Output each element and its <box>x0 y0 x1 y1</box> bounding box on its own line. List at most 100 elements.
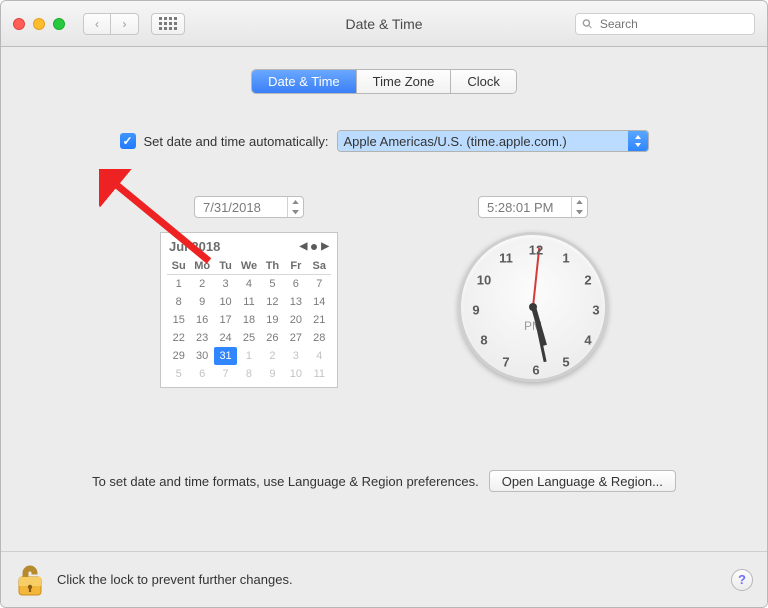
date-value: 7/31/2018 <box>203 200 287 215</box>
calendar-day-cell[interactable]: 5 <box>261 275 284 293</box>
calendar-day-cell[interactable]: 26 <box>261 329 284 347</box>
calendar-day-cell[interactable]: 11 <box>308 365 331 383</box>
calendar-prev-button[interactable]: ◀ <box>300 241 308 252</box>
calendar-day-cell[interactable]: 3 <box>284 347 307 365</box>
calendar-day-cell[interactable]: 5 <box>167 365 190 383</box>
calendar-day-cell[interactable]: 15 <box>167 311 190 329</box>
calendar-day-cell[interactable]: 30 <box>190 347 213 365</box>
calendar-next-button[interactable]: ▶ <box>321 241 329 252</box>
auto-datetime-row: ✓ Set date and time automatically: Apple… <box>1 130 767 152</box>
clock-number: 6 <box>526 363 546 378</box>
calendar-day-cell[interactable]: 4 <box>308 347 331 365</box>
tab-date-time[interactable]: Date & Time <box>252 70 357 93</box>
calendar-day-cell[interactable]: 6 <box>284 275 307 293</box>
time-stepper[interactable] <box>571 197 587 217</box>
calendar-day-cell[interactable]: 8 <box>167 293 190 311</box>
formats-row: To set date and time formats, use Langua… <box>1 470 767 492</box>
stepper-up-icon <box>288 197 303 207</box>
analog-clock: PM 121234567891011 <box>458 232 608 382</box>
calendar-day-cell[interactable]: 18 <box>237 311 260 329</box>
back-button[interactable]: ‹ <box>83 13 111 35</box>
stepper-down-icon <box>572 207 587 217</box>
time-value: 5:28:01 PM <box>487 200 571 215</box>
tab-bar: Date & Time Time Zone Clock <box>1 69 767 94</box>
calendar-day-cell[interactable]: 9 <box>190 293 213 311</box>
calendar-day-cell[interactable]: 6 <box>190 365 213 383</box>
calendar-day-cell[interactable]: 13 <box>284 293 307 311</box>
minimize-window-button[interactable] <box>33 18 45 30</box>
calendar-day-cell[interactable]: 21 <box>308 311 331 329</box>
calendar-day-cell[interactable]: 10 <box>214 293 237 311</box>
lock-text: Click the lock to prevent further change… <box>57 572 293 587</box>
calendar-day-cell[interactable]: 17 <box>214 311 237 329</box>
calendar-day-cell[interactable]: 7 <box>214 365 237 383</box>
close-window-button[interactable] <box>13 18 25 30</box>
calendar-day-cell[interactable]: 24 <box>214 329 237 347</box>
calendar-day-cell[interactable]: 8 <box>237 365 260 383</box>
calendar-day-cell[interactable]: 9 <box>261 365 284 383</box>
formats-text: To set date and time formats, use Langua… <box>92 474 479 489</box>
calendar-day-cell[interactable]: 20 <box>284 311 307 329</box>
clock-number: 2 <box>578 273 598 288</box>
calendar-day-cell[interactable]: 7 <box>308 275 331 293</box>
time-field[interactable]: 5:28:01 PM <box>478 196 588 218</box>
show-all-button[interactable] <box>151 13 185 35</box>
calendar-day-cell[interactable]: 23 <box>190 329 213 347</box>
auto-datetime-label: Set date and time automatically: <box>144 134 329 149</box>
calendar-day-cell[interactable]: 2 <box>261 347 284 365</box>
calendar-day-cell[interactable]: 19 <box>261 311 284 329</box>
calendar-day-cell[interactable]: 28 <box>308 329 331 347</box>
tab-clock[interactable]: Clock <box>451 70 516 93</box>
calendar-day-header: Mo <box>190 258 213 275</box>
calendar-nav: ◀ ▶ <box>300 241 329 252</box>
clock-number: 9 <box>466 303 486 318</box>
calendar-day-cell[interactable]: 1 <box>167 275 190 293</box>
combo-arrows-icon <box>628 131 648 151</box>
calendar-day-cell[interactable]: 2 <box>190 275 213 293</box>
clock-number: 11 <box>496 251 516 266</box>
clock-number: 5 <box>556 354 576 369</box>
calendar-day-cell[interactable]: 11 <box>237 293 260 311</box>
calendar[interactable]: Jul 2018 ◀ ▶ SuMoTuWeThFrSa1234567891011… <box>160 232 338 388</box>
lock-button[interactable] <box>15 563 45 597</box>
calendar-day-cell[interactable]: 31 <box>214 347 237 365</box>
footer: Click the lock to prevent further change… <box>1 551 767 607</box>
date-stepper[interactable] <box>287 197 303 217</box>
preferences-window: ‹ › Date & Time Date & Time Time Zone <box>0 0 768 608</box>
time-column: 5:28:01 PM PM 121234567891011 <box>458 196 608 388</box>
forward-button[interactable]: › <box>111 13 139 35</box>
calendar-day-header: Su <box>167 258 190 275</box>
calendar-day-cell[interactable]: 22 <box>167 329 190 347</box>
auto-datetime-checkbox[interactable]: ✓ <box>120 133 136 149</box>
calendar-day-cell[interactable]: 12 <box>261 293 284 311</box>
calendar-day-cell[interactable]: 3 <box>214 275 237 293</box>
clock-number: 7 <box>496 354 516 369</box>
search-field[interactable] <box>575 13 755 35</box>
calendar-day-header: Tu <box>214 258 237 275</box>
open-language-region-button[interactable]: Open Language & Region... <box>489 470 676 492</box>
clock-number: 3 <box>586 303 606 318</box>
time-server-combo[interactable]: Apple Americas/U.S. (time.apple.com.) <box>337 130 649 152</box>
help-button[interactable]: ? <box>731 569 753 591</box>
calendar-day-header: Th <box>261 258 284 275</box>
calendar-day-cell[interactable]: 25 <box>237 329 260 347</box>
calendar-day-cell[interactable]: 27 <box>284 329 307 347</box>
titlebar: ‹ › Date & Time <box>1 1 767 47</box>
search-input[interactable] <box>598 16 748 32</box>
calendar-day-cell[interactable]: 16 <box>190 311 213 329</box>
calendar-day-cell[interactable]: 1 <box>237 347 260 365</box>
date-field[interactable]: 7/31/2018 <box>194 196 304 218</box>
calendar-day-cell[interactable]: 4 <box>237 275 260 293</box>
calendar-day-cell[interactable]: 29 <box>167 347 190 365</box>
content-area: Date & Time Time Zone Clock ✓ Set date a… <box>1 47 767 551</box>
checkmark-icon: ✓ <box>122 134 132 148</box>
chevron-left-icon: ‹ <box>95 17 99 31</box>
tab-time-zone[interactable]: Time Zone <box>357 70 452 93</box>
calendar-today-button[interactable] <box>311 244 317 250</box>
zoom-window-button[interactable] <box>53 18 65 30</box>
stepper-down-icon <box>288 207 303 217</box>
calendar-day-cell[interactable]: 14 <box>308 293 331 311</box>
lock-open-icon <box>15 563 45 597</box>
calendar-day-cell[interactable]: 10 <box>284 365 307 383</box>
clock-number: 8 <box>474 333 494 348</box>
